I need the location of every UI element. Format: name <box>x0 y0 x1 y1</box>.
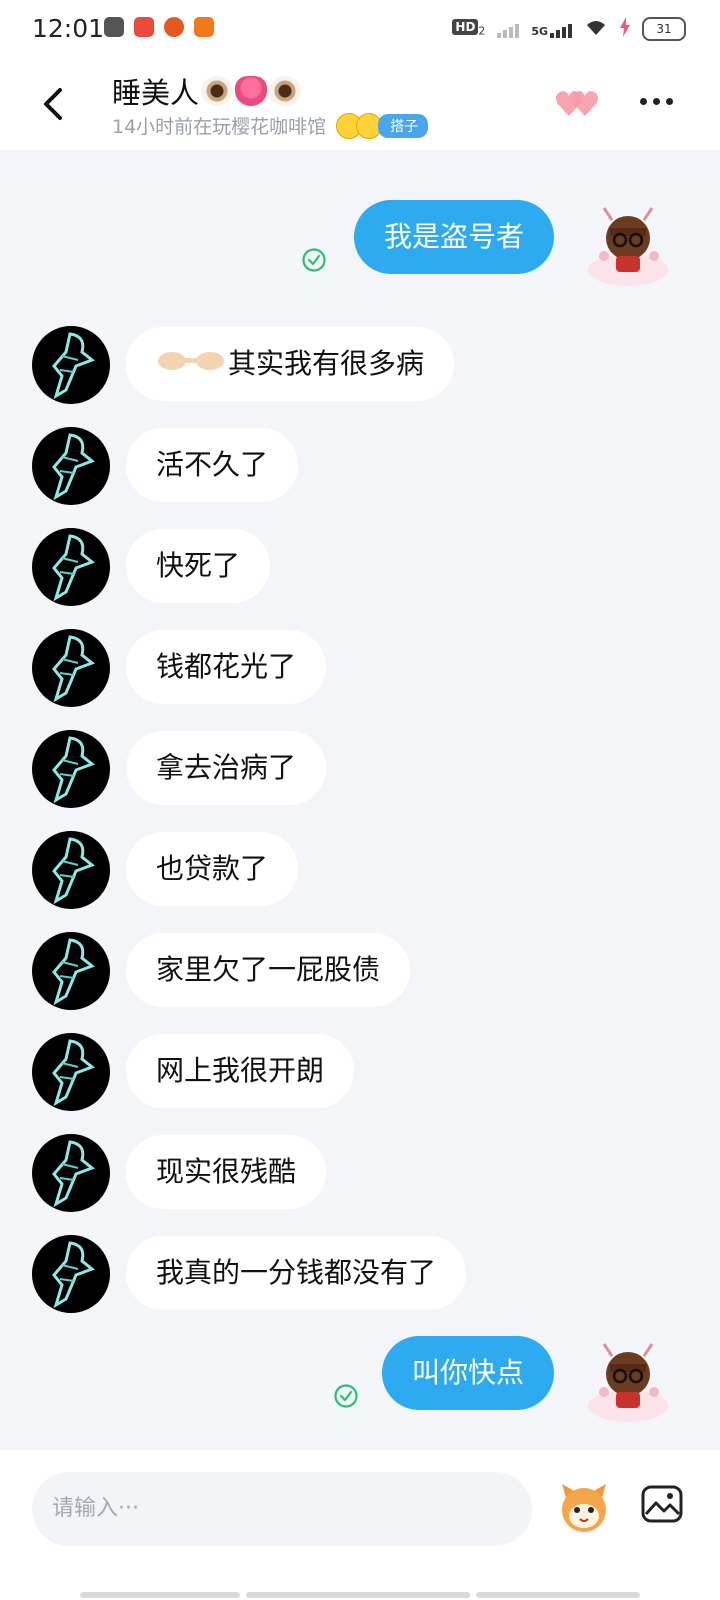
contact-avatar[interactable] <box>32 326 110 404</box>
contact-avatar[interactable] <box>32 629 110 707</box>
contact-name-text: 睡美人 <box>112 76 200 110</box>
wifi-icon <box>584 17 608 41</box>
my-avatar[interactable] <box>580 90 676 120</box>
message-row: 拿去治病了 <box>0 730 720 810</box>
charging-icon <box>620 17 630 41</box>
signal-5g-icon: 5G <box>531 20 572 38</box>
contact-avatar[interactable] <box>32 932 110 1010</box>
message-row: 现实很残酷 <box>0 1134 720 1214</box>
received-message-bubble[interactable]: 快死了 <box>126 529 271 603</box>
received-message-bubble[interactable]: 我真的一分钱都没有了 <box>126 1236 467 1310</box>
received-message-bubble[interactable]: 其实我有很多病 <box>126 327 455 402</box>
message-row: 快死了 <box>0 528 720 608</box>
nav-bar-segment <box>476 1592 640 1598</box>
read-check-icon <box>302 248 326 272</box>
pointing-hands-icon <box>156 328 228 402</box>
message-row: 我真的一分钱都没有了 <box>0 1235 720 1315</box>
message-text: 其实我有很多病 <box>228 347 425 380</box>
contact-avatar[interactable] <box>32 427 110 505</box>
input-bar: 请输入··· <box>0 1450 720 1600</box>
last-active-text: 14小时前在玩樱花咖啡馆 <box>112 116 327 138</box>
contact-name[interactable]: 睡美人 <box>112 70 302 112</box>
image-picker-button[interactable] <box>640 1482 684 1526</box>
contact-avatar[interactable] <box>32 528 110 606</box>
message-row: 网上我很开朗 <box>0 1033 720 1113</box>
eye-emoji-icon <box>269 76 302 106</box>
partner-badge[interactable]: 搭子 <box>336 112 429 139</box>
sent-message-bubble[interactable]: 叫你快点 <box>381 1336 554 1410</box>
message-input[interactable]: 请输入··· <box>32 1472 532 1546</box>
received-message-bubble[interactable]: 钱都花光了 <box>126 630 327 704</box>
nav-bar-segment <box>246 1592 470 1598</box>
image-icon <box>641 1485 683 1523</box>
received-message-bubble[interactable]: 也贷款了 <box>126 832 299 906</box>
sent-message-bubble[interactable]: 我是盗号者 <box>353 200 554 274</box>
mascot-icon <box>562 1484 606 1532</box>
hd-icon: HD 2 <box>452 19 485 38</box>
message-row: 叫你快点 <box>0 1336 720 1422</box>
tongue-emoji-icon <box>235 76 268 106</box>
back-button[interactable] <box>40 84 68 124</box>
mascot-sticker-button[interactable] <box>556 1480 612 1536</box>
received-message-bubble[interactable]: 网上我很开朗 <box>126 1034 355 1108</box>
contact-avatar[interactable] <box>32 1033 110 1111</box>
app-notification-icon <box>194 17 214 37</box>
message-row: 钱都花光了 <box>0 629 720 709</box>
received-message-bubble[interactable]: 现实很残酷 <box>126 1135 327 1209</box>
contact-avatar[interactable] <box>32 730 110 808</box>
my-avatar[interactable] <box>580 1330 676 1426</box>
input-placeholder: 请输入··· <box>52 1496 139 1521</box>
partner-tag: 搭子 <box>378 113 429 138</box>
message-row: 活不久了 <box>0 427 720 507</box>
message-row: 我是盗号者 <box>0 200 720 286</box>
my-avatar[interactable] <box>580 194 676 290</box>
status-icons: HD 2 5G 31 <box>452 14 686 44</box>
contact-status: 14小时前在玩樱花咖啡馆 搭子 <box>112 112 429 139</box>
received-message-bubble[interactable]: 活不久了 <box>126 428 299 502</box>
message-row: 家里欠了一屁股债 <box>0 932 720 1012</box>
nav-bar-segment <box>80 1592 240 1598</box>
received-message-bubble[interactable]: 家里欠了一屁股债 <box>126 933 411 1007</box>
received-message-bubble[interactable]: 拿去治病了 <box>126 731 327 805</box>
contact-avatar[interactable] <box>32 1235 110 1313</box>
message-row: 其实我有很多病 <box>0 326 720 406</box>
read-check-icon <box>334 1384 358 1408</box>
message-list[interactable]: 我是盗号者 其实我有很多病 活不久了 快死了 钱都花光了 拿去治病了 也贷款了 … <box>0 150 720 1450</box>
contact-avatar[interactable] <box>32 831 110 909</box>
status-time: 12:01 <box>32 14 105 43</box>
signal-icon <box>497 20 520 38</box>
battery-icon: 31 <box>642 17 686 41</box>
status-bar: 12:01 HD 2 5G 31 <box>0 0 720 58</box>
eye-emoji-icon <box>201 76 234 106</box>
chevron-left-icon <box>44 88 62 120</box>
app-notification-icon <box>134 17 154 37</box>
app-notification-icon <box>104 17 124 37</box>
contact-avatar[interactable] <box>32 1134 110 1212</box>
message-row: 也贷款了 <box>0 831 720 911</box>
app-notification-icon <box>164 17 184 37</box>
